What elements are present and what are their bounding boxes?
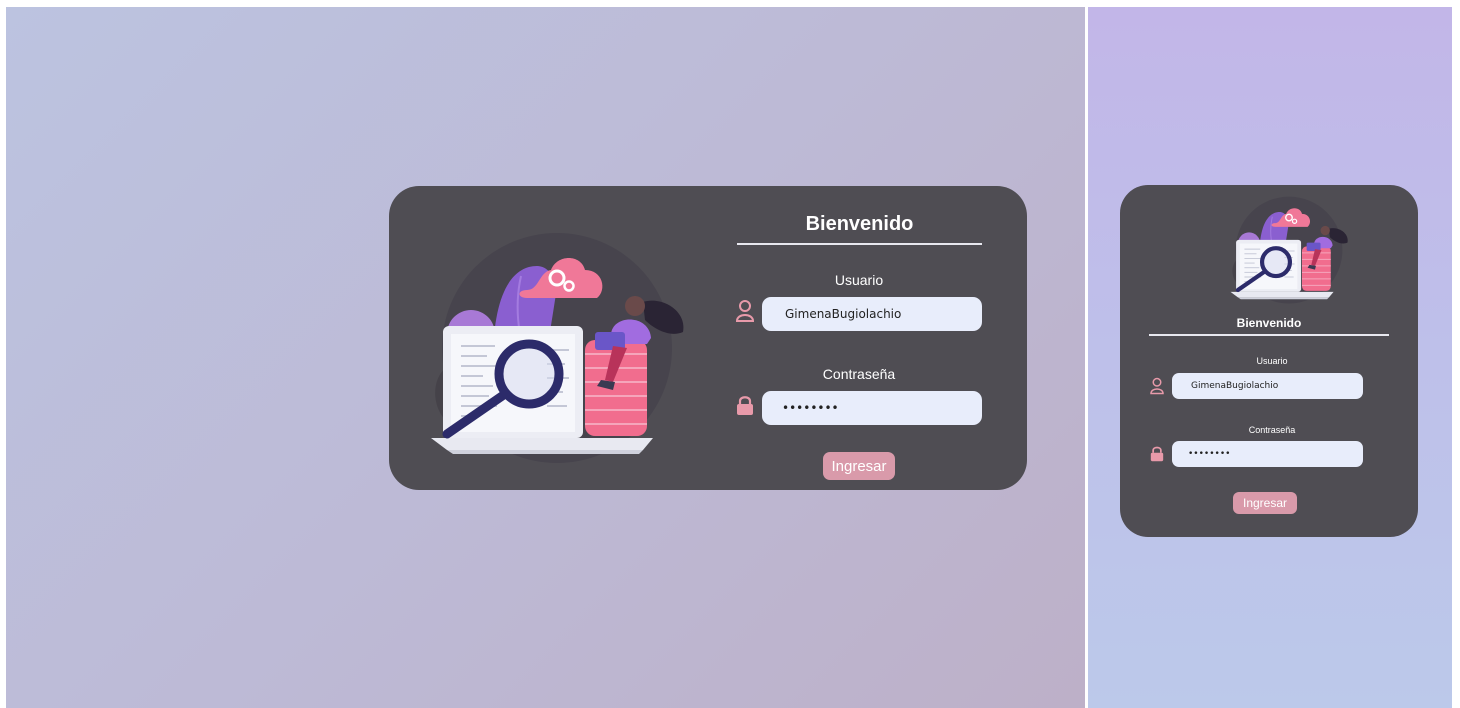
illustration-image-mobile xyxy=(1224,195,1354,307)
login-card-mobile: Bienvenido Usuario Contraseña Ingresar xyxy=(1120,185,1418,537)
password-input[interactable] xyxy=(762,391,982,425)
welcome-title: Bienvenido xyxy=(805,213,914,235)
submit-button[interactable]: Ingresar xyxy=(823,452,895,480)
title-divider-mobile xyxy=(1149,334,1389,336)
desktop-preview: Bienvenido Usuario Contraseña Ingresar xyxy=(6,7,1085,708)
username-input-mobile[interactable] xyxy=(1172,373,1363,399)
user-outline-icon xyxy=(735,300,755,322)
username-label: Usuario xyxy=(834,272,884,288)
password-label-mobile: Contraseña xyxy=(1248,425,1296,435)
lock-icon xyxy=(737,396,753,415)
title-divider xyxy=(737,243,982,245)
submit-button-mobile[interactable]: Ingresar xyxy=(1233,492,1297,514)
password-input-mobile[interactable] xyxy=(1172,441,1363,467)
username-input[interactable] xyxy=(762,297,982,331)
welcome-title-mobile: Bienvenido xyxy=(1236,316,1302,330)
mobile-preview: Bienvenido Usuario Contraseña Ingresar xyxy=(1088,7,1452,708)
user-outline-icon xyxy=(1150,377,1164,395)
lock-icon xyxy=(1150,446,1164,462)
password-label: Contraseña xyxy=(822,366,896,382)
illustration-image xyxy=(417,230,697,470)
login-card: Bienvenido Usuario Contraseña Ingresar xyxy=(389,186,1027,490)
username-label-mobile: Usuario xyxy=(1256,356,1288,366)
